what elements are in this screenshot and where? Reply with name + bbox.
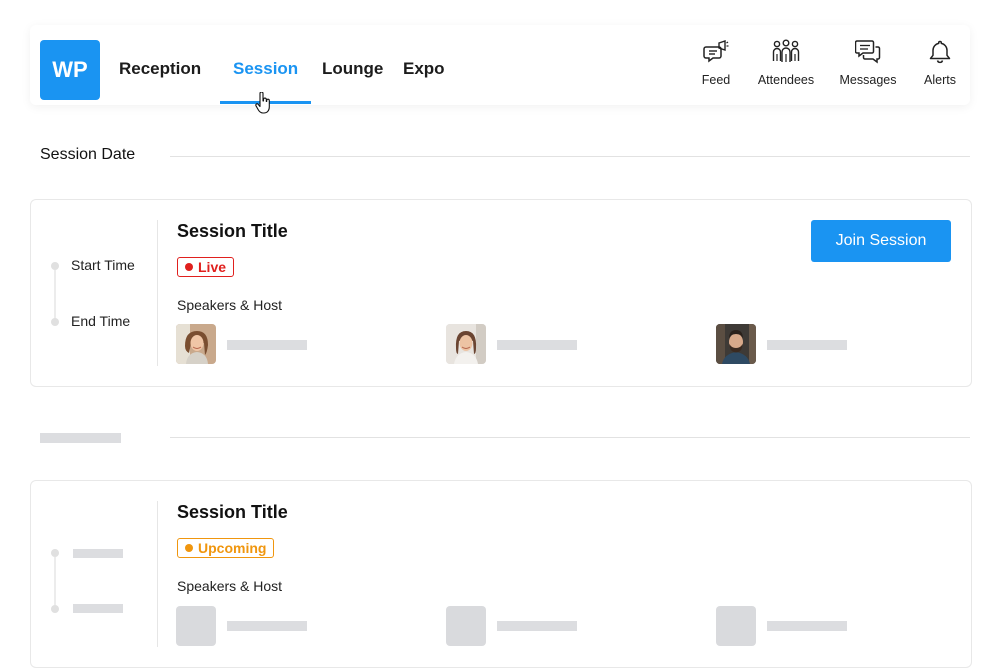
messages-label: Messages [839,73,897,87]
session-card-upcoming: Session Title Upcoming Speakers & Host [30,480,972,668]
top-nav-bar: WP Reception Session Lounge Expo Feed At… [30,25,970,114]
speaker-name-placeholder [227,340,307,350]
speaker-avatar-placeholder [716,606,756,646]
start-time-dot [51,262,59,270]
speaker-avatar-placeholder [176,606,216,646]
card-divider [157,501,158,647]
session-title[interactable]: Session Title [177,221,288,242]
alerts-button[interactable]: Alerts [900,39,980,94]
speaker-name-placeholder [227,621,307,631]
end-time-dot [51,605,59,613]
tab-session[interactable]: Session [233,59,298,79]
end-time-dot [51,318,59,326]
speaker-name-placeholder [767,340,847,350]
end-time-placeholder [73,604,123,613]
status-badge-text: Upcoming [198,540,267,556]
speaker-avatar[interactable] [716,324,756,364]
session-card-live: Start Time End Time Session Title Live S… [30,199,972,387]
start-time-dot [51,549,59,557]
time-column: Start Time End Time [31,200,158,386]
status-badge-text: Live [198,259,227,275]
speaker-name-placeholder [497,621,577,631]
bell-icon [929,40,951,64]
speaker-name-placeholder [767,621,847,631]
timeline-connector [54,557,56,605]
session-date-placeholder [40,433,121,443]
date-divider [170,437,970,438]
tab-expo[interactable]: Expo [403,59,445,79]
status-badge-live: Live [177,257,235,277]
feed-button[interactable]: Feed [676,39,756,94]
timeline-connector [54,270,56,320]
people-icon [772,39,800,62]
card-divider [157,220,158,366]
join-session-button[interactable]: Join Session [811,220,951,262]
speaker-avatar[interactable] [176,324,216,364]
session-title[interactable]: Session Title [177,502,288,523]
upcoming-dot-icon [185,544,193,552]
start-time-placeholder [73,549,123,558]
speaker-name-placeholder [497,340,577,350]
speaker-avatar[interactable] [446,324,486,364]
live-dot-icon [185,263,193,271]
tab-lounge[interactable]: Lounge [322,59,383,79]
logo[interactable]: WP [40,40,100,100]
speaker-avatar-placeholder [446,606,486,646]
speakers-host-label: Speakers & Host [177,578,283,594]
alerts-label: Alerts [924,73,956,87]
date-divider [170,156,970,157]
messages-button[interactable]: Messages [828,39,908,94]
start-time-label: Start Time [71,257,135,273]
speakers-host-label: Speakers & Host [177,297,283,313]
attendees-button[interactable]: Attendees [746,39,826,94]
tab-reception[interactable]: Reception [119,59,201,79]
feed-label: Feed [701,73,731,87]
megaphone-chat-icon [703,40,729,63]
status-badge-upcoming: Upcoming [177,538,275,558]
hand-cursor-icon [255,92,270,114]
session-date-heading: Session Date [40,146,136,163]
attendees-label: Attendees [757,73,815,87]
end-time-label: End Time [71,313,131,329]
chat-bubbles-icon [855,40,881,64]
time-column [31,481,158,667]
